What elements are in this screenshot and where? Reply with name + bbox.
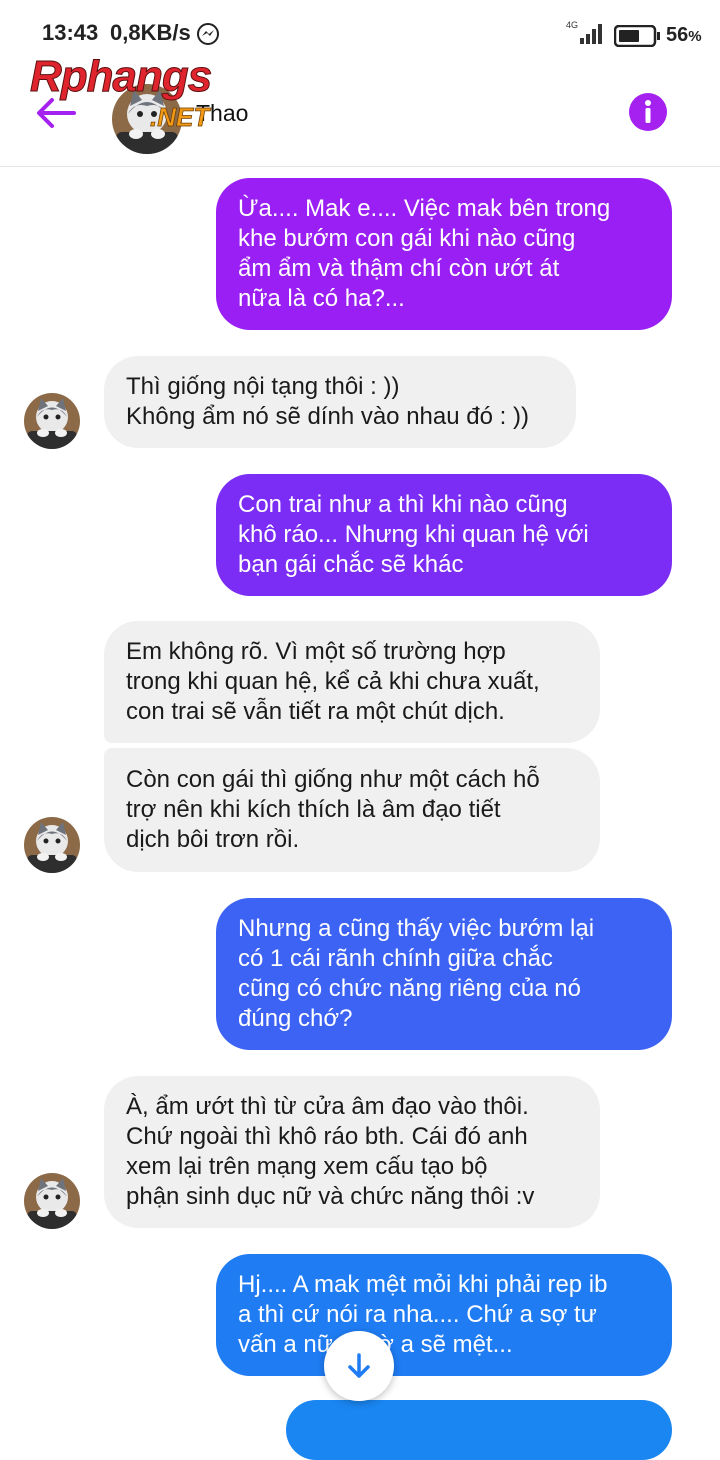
messenger-icon [197, 23, 219, 45]
message-bubble-incoming[interactable]: À, ẩm ướt thì từ cửa âm đạo vào thôi. Ch… [104, 1076, 600, 1228]
message-bubble-incoming[interactable]: Thì giống nội tạng thôi : )) Không ẩm nó… [104, 356, 576, 448]
message-bubble-outgoing[interactable]: Ừa.... Mak e.... Việc mak bên trong khe … [216, 178, 672, 330]
status-time: 13:43 [42, 20, 99, 45]
watermark-logo: Rphangs .NET [29, 52, 212, 133]
message-bubble-outgoing[interactable]: Nhưng a cũng thấy việc bướm lại có 1 cái… [216, 898, 672, 1050]
message-bubble-incoming[interactable]: Còn con gái thì giống như một cách hỗ tr… [104, 748, 600, 872]
message-bubble-incoming[interactable]: Em không rõ. Vì một số trường hợp trong … [104, 621, 600, 743]
signal-icon: 4G [566, 20, 602, 44]
arrow-down-icon [348, 1353, 370, 1378]
scroll-to-bottom-button[interactable] [324, 1331, 394, 1401]
battery-percent: 56% [666, 24, 702, 46]
network-type: 4G [566, 20, 578, 30]
sender-avatar[interactable] [24, 393, 80, 449]
sender-avatar[interactable] [24, 1173, 80, 1229]
message-bubble-partial[interactable] [286, 1400, 672, 1460]
sender-avatar[interactable] [24, 817, 80, 873]
battery-icon [614, 25, 660, 47]
message-bubble-outgoing[interactable]: Hj.... A mak mệt mỏi khi phải rep ib a t… [216, 1254, 672, 1376]
network-speed: 0,8KB/s [110, 20, 191, 45]
message-bubble-outgoing[interactable]: Con trai như a thì khi nào cũng khô ráo.… [216, 474, 672, 596]
info-icon[interactable] [628, 92, 668, 132]
